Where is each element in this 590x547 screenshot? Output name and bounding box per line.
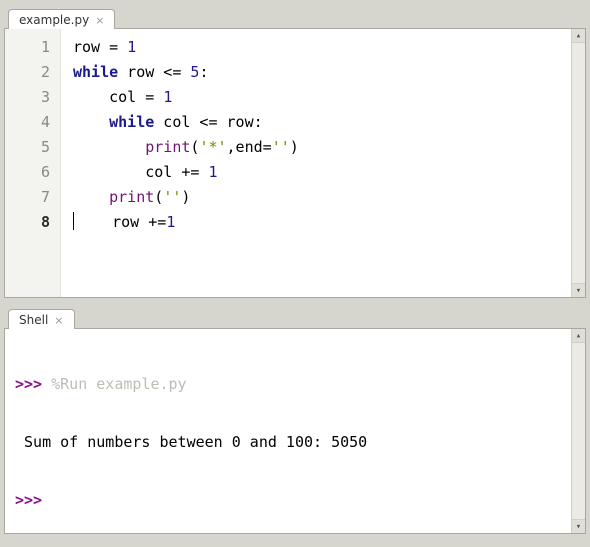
token-kw: while xyxy=(73,63,118,81)
line-number: 3 xyxy=(5,85,60,110)
token-plain xyxy=(73,113,109,131)
token-builtin: print xyxy=(109,188,154,206)
editor-pane: example.py × 12345678 row = 1while row <… xyxy=(4,2,586,298)
token-plain: col <= row: xyxy=(154,113,262,131)
scroll-down-icon[interactable]: ▾ xyxy=(572,283,585,297)
shell-run-command: %Run example.py xyxy=(51,375,186,393)
line-number: 7 xyxy=(5,185,60,210)
shell-scrollbar[interactable]: ▴ ▾ xyxy=(571,329,585,533)
token-plain: ) xyxy=(290,138,299,156)
shell-prompt: >>> xyxy=(15,375,42,393)
line-number: 1 xyxy=(5,35,60,60)
token-plain: ,end= xyxy=(227,138,272,156)
text-cursor xyxy=(73,212,74,230)
token-num: 1 xyxy=(166,213,175,231)
token-plain: row += xyxy=(76,213,166,231)
token-num: 1 xyxy=(127,38,136,56)
token-plain: col = xyxy=(73,88,163,106)
code-line[interactable]: row +=1 xyxy=(73,210,571,235)
code-line[interactable]: row = 1 xyxy=(73,35,571,60)
shell-tab[interactable]: Shell × xyxy=(8,309,75,329)
code-line[interactable]: col += 1 xyxy=(73,160,571,185)
line-number: 8 xyxy=(5,210,60,235)
token-plain: ( xyxy=(154,188,163,206)
shell-prompt: >>> xyxy=(15,491,42,509)
token-plain: col += xyxy=(73,163,208,181)
code-line[interactable]: while row <= 5: xyxy=(73,60,571,85)
token-builtin: print xyxy=(145,138,190,156)
line-number: 6 xyxy=(5,160,60,185)
token-str: '*' xyxy=(199,138,226,156)
token-plain xyxy=(73,138,145,156)
token-num: 1 xyxy=(208,163,217,181)
shell-tabbar: Shell × xyxy=(4,302,586,328)
token-plain: : xyxy=(199,63,208,81)
line-number: 4 xyxy=(5,110,60,135)
token-str: '' xyxy=(272,138,290,156)
token-str: '' xyxy=(163,188,181,206)
shell-output[interactable]: >>> %Run example.py Sum of numbers betwe… xyxy=(5,329,571,533)
editor-scrollbar[interactable]: ▴ ▾ xyxy=(571,29,585,297)
editor-tabbar: example.py × xyxy=(4,2,586,28)
scroll-up-icon[interactable]: ▴ xyxy=(572,29,585,43)
scroll-up-icon[interactable]: ▴ xyxy=(572,329,585,343)
token-plain: row = xyxy=(73,38,127,56)
line-gutter: 12345678 xyxy=(5,29,61,297)
token-num: 1 xyxy=(163,88,172,106)
code-line[interactable]: print('*',end='') xyxy=(73,135,571,160)
close-icon[interactable]: × xyxy=(95,15,104,26)
shell-tab-label: Shell xyxy=(19,313,48,327)
code-line[interactable]: print('') xyxy=(73,185,571,210)
scroll-down-icon[interactable]: ▾ xyxy=(572,519,585,533)
editor-panel: 12345678 row = 1while row <= 5: col = 1 … xyxy=(4,28,586,298)
token-kw: while xyxy=(109,113,154,131)
code-editor[interactable]: 12345678 row = 1while row <= 5: col = 1 … xyxy=(5,29,571,297)
token-plain xyxy=(73,188,109,206)
editor-tab-label: example.py xyxy=(19,13,89,27)
shell-output-line: Sum of numbers between 0 and 100: 5050 xyxy=(15,431,561,453)
shell-pane: Shell × >>> %Run example.py Sum of numbe… xyxy=(4,302,586,534)
line-number: 2 xyxy=(5,60,60,85)
token-plain: row <= xyxy=(118,63,190,81)
code-area[interactable]: row = 1while row <= 5: col = 1 while col… xyxy=(61,29,571,297)
close-icon[interactable]: × xyxy=(54,315,63,326)
token-plain: ) xyxy=(181,188,190,206)
code-line[interactable]: while col <= row: xyxy=(73,110,571,135)
editor-tab[interactable]: example.py × xyxy=(8,9,115,29)
shell-panel: >>> %Run example.py Sum of numbers betwe… xyxy=(4,328,586,534)
code-line[interactable]: col = 1 xyxy=(73,85,571,110)
line-number: 5 xyxy=(5,135,60,160)
